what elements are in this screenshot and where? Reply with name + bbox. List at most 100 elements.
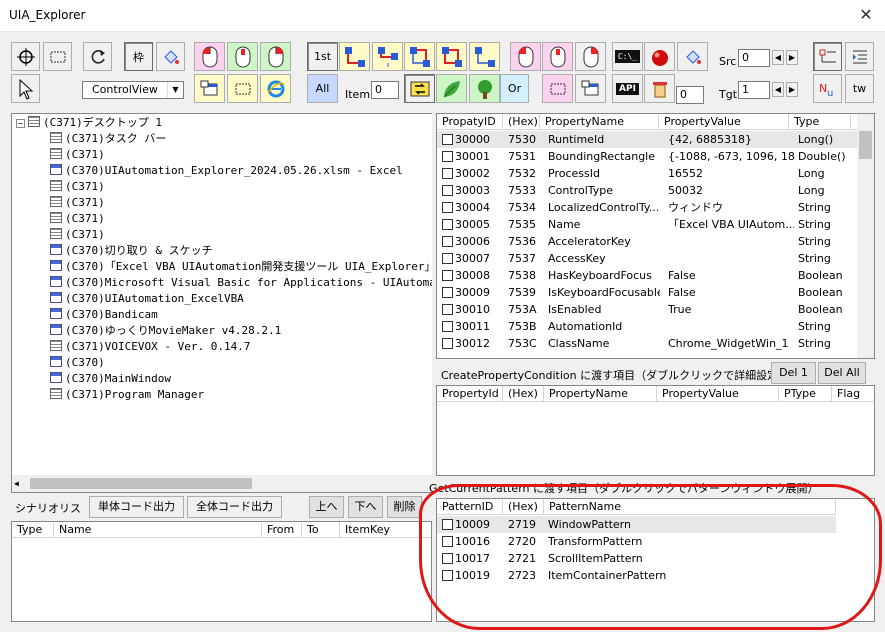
tree-node[interactable]: (C371) xyxy=(50,211,105,227)
tree-node[interactable]: (C370)Microsoft Visual Basic for Applica… xyxy=(50,275,432,291)
tree-hscroll-thumb[interactable] xyxy=(30,478,252,489)
tree-node[interactable]: (C371) xyxy=(50,179,105,195)
col-propertyvalue[interactable]: PropertyValue xyxy=(659,114,789,130)
record-button[interactable] xyxy=(644,42,675,71)
scenario-grid[interactable]: Type Name From To ItemKey xyxy=(11,521,432,622)
property-checkbox[interactable] xyxy=(442,304,453,315)
tree-node[interactable]: (C370)MainWindow xyxy=(50,371,171,387)
tree-node[interactable]: (C370)「Excel VBA UIAutomation開発支援ツール UIA… xyxy=(50,259,432,275)
tab-scenario-list[interactable]: シナリオリスト xyxy=(11,499,85,535)
scn-col-itemkey[interactable]: ItemKey xyxy=(340,522,431,538)
property-checkbox[interactable] xyxy=(442,168,453,179)
target-crosshair-button[interactable] xyxy=(11,42,40,71)
tgt-increment[interactable]: ▶ xyxy=(786,82,798,97)
property-grid[interactable]: PropatyID (Hex) PropertyName PropertyVal… xyxy=(436,113,875,359)
tree-button[interactable] xyxy=(469,74,500,103)
console-button[interactable]: C:\_ xyxy=(612,42,643,71)
property-checkbox[interactable] xyxy=(442,151,453,162)
property-vscroll-thumb[interactable] xyxy=(859,131,872,159)
clear-button[interactable] xyxy=(644,74,675,103)
src-increment[interactable]: ▶ xyxy=(786,50,798,65)
property-row[interactable]: 30001 7531 BoundingRectangle {-1088, -673, … xyxy=(437,148,858,165)
property-row[interactable]: 30012 753C ClassName Chrome_WidgetWin_1 Stri… xyxy=(437,335,858,352)
pattern-checkbox[interactable] xyxy=(442,519,453,530)
tree-node[interactable]: (C370)切り取り & スケッチ xyxy=(50,243,213,259)
or-button[interactable]: Or xyxy=(500,74,529,103)
pat-col-hex[interactable]: (Hex) xyxy=(503,499,544,515)
delete-button[interactable]: 削除 xyxy=(387,496,422,518)
property-row[interactable]: 30004 7534 LocalizedControlTy... ウィンドウ Strin… xyxy=(437,199,858,216)
pattern-row[interactable]: 10016 2720 TransformPattern xyxy=(437,533,836,550)
cond-col-propertyid[interactable]: PropertyId xyxy=(437,386,503,402)
tree-node[interactable]: (C370)Bandicam xyxy=(50,307,158,323)
pink-rect-button[interactable] xyxy=(542,74,573,103)
tree-node[interactable]: (C370)ゆっくりMovieMaker v4.28.2.1 xyxy=(50,323,281,339)
mouse-right-button[interactable] xyxy=(260,42,291,71)
scn-col-type[interactable]: Type xyxy=(12,522,54,538)
tree-node[interactable]: (C371)VOICEVOX - Ver. 0.14.7 xyxy=(50,339,250,355)
property-checkbox[interactable] xyxy=(442,321,453,332)
view-mode-select[interactable]: ControlView ▼ xyxy=(82,81,184,99)
mouse-left-action-button[interactable] xyxy=(510,42,541,71)
col-type[interactable]: Type xyxy=(789,114,851,130)
scroll-left-icon[interactable]: ◀ xyxy=(14,478,26,489)
scn-col-name[interactable]: Name xyxy=(54,522,262,538)
pattern-checkbox[interactable] xyxy=(442,570,453,581)
mouse-left-button[interactable] xyxy=(194,42,225,71)
property-checkbox[interactable] xyxy=(442,236,453,247)
close-icon[interactable]: ✕ xyxy=(855,4,877,26)
tab-single-code[interactable]: 単体コード出力 xyxy=(89,496,184,518)
property-tree-button[interactable] xyxy=(813,42,842,71)
item-input[interactable]: 0 xyxy=(371,81,399,99)
pattern-checkbox[interactable] xyxy=(442,553,453,564)
tree-nav-button-1[interactable] xyxy=(339,42,370,71)
property-checkbox[interactable] xyxy=(442,202,453,213)
frame-toggle-button[interactable]: 枠 xyxy=(124,42,153,71)
col-propertyid[interactable]: PropatyID xyxy=(437,114,503,130)
highlight-target-button[interactable] xyxy=(677,42,708,71)
all-button[interactable]: All xyxy=(307,74,338,103)
tree-node[interactable]: (C370)UIAutomation_ExcelVBA xyxy=(50,291,244,307)
select-rect-button[interactable] xyxy=(43,42,72,71)
pat-col-patternname[interactable]: PatternName xyxy=(544,499,836,515)
tree-node[interactable]: (C370) xyxy=(50,355,105,371)
cond-col-ptype[interactable]: PType xyxy=(779,386,832,402)
pattern-grid[interactable]: PatternID (Hex) PatternName 10009 2719 Win… xyxy=(436,498,875,622)
tree-node[interactable]: (C371) xyxy=(50,227,105,243)
pattern-row[interactable]: 10019 2723 ItemContainerPattern xyxy=(437,567,836,584)
src-decrement[interactable]: ◀ xyxy=(772,50,784,65)
property-checkbox[interactable] xyxy=(442,253,453,264)
scn-col-to[interactable]: To xyxy=(302,522,340,538)
tree-node[interactable]: (C371)タスク バー xyxy=(50,131,166,147)
cond-col-flag[interactable]: Flag xyxy=(832,386,874,402)
tree-nav-button-4[interactable] xyxy=(436,42,467,71)
cond-col-hex[interactable]: (Hex) xyxy=(503,386,544,402)
pattern-row[interactable]: 10017 2721 ScrollItemPattern xyxy=(437,550,836,567)
tw-button[interactable]: tw xyxy=(845,74,874,103)
scn-col-from[interactable]: From xyxy=(262,522,302,538)
highlight-button[interactable] xyxy=(156,42,185,71)
mouse-middle-button[interactable] xyxy=(227,42,258,71)
rect-select-button[interactable] xyxy=(227,74,258,103)
tree-nav-button-3[interactable] xyxy=(404,42,435,71)
collapse-icon[interactable]: − xyxy=(16,119,25,128)
cond-col-propertyname[interactable]: PropertyName xyxy=(544,386,657,402)
extra-input[interactable]: 0 xyxy=(676,86,704,104)
pointer-button[interactable] xyxy=(11,74,40,103)
property-checkbox[interactable] xyxy=(442,185,453,196)
src-input[interactable]: 0 xyxy=(738,49,770,67)
pat-col-patternid[interactable]: PatternID xyxy=(437,499,503,515)
tgt-decrement[interactable]: ◀ xyxy=(772,82,784,97)
swap-button[interactable] xyxy=(404,74,435,103)
tree-node[interactable]: (C371)Program Manager xyxy=(50,387,204,403)
pattern-checkbox[interactable] xyxy=(442,536,453,547)
property-row[interactable]: 30007 7537 AccessKey String xyxy=(437,250,858,267)
tree-nav-button-5[interactable] xyxy=(469,42,500,71)
tree-node[interactable]: − (C371)デスクトップ 1 xyxy=(16,115,162,131)
element-tree[interactable]: − (C371)デスクトップ 1 (C371)タスク バー (C371) (C370)U… xyxy=(11,113,432,493)
property-row[interactable]: 30005 7535 Name 「Excel VBA UIAutom... String xyxy=(437,216,858,233)
property-row[interactable]: 30011 753B AutomationId String xyxy=(437,318,858,335)
window-prop-button-2[interactable] xyxy=(575,74,606,103)
property-row[interactable]: 30006 7536 AcceleratorKey String xyxy=(437,233,858,250)
condition-grid[interactable]: PropertyId (Hex) PropertyName PropertyVa… xyxy=(436,385,875,476)
